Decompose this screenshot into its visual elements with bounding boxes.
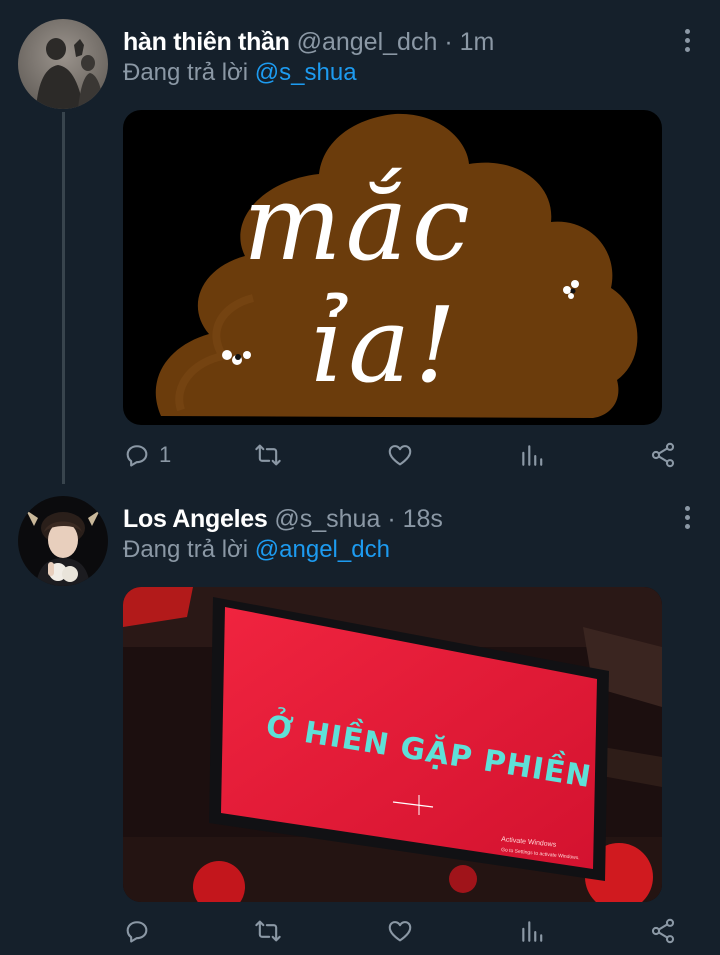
display-name[interactable]: hàn thiên thần [123, 28, 290, 56]
share-icon [651, 442, 675, 468]
user-handle[interactable]: @angel_dch [297, 28, 438, 56]
share-button[interactable] [649, 913, 677, 949]
timestamp[interactable]: 1m [460, 28, 495, 56]
replying-to: Đang trả lời @s_shua [123, 58, 357, 88]
retweet-button[interactable] [253, 913, 283, 949]
reply-count: 1 [159, 442, 172, 467]
tweet-image[interactable]: mắc ỉa! [123, 110, 662, 425]
heart-icon [388, 921, 412, 942]
like-button[interactable] [386, 913, 414, 949]
display-name[interactable]: Los Angeles [123, 505, 268, 533]
analytics-icon [522, 445, 543, 466]
tweet-actions: 1 [123, 437, 683, 473]
replying-to: Đang trả lời @angel_dch [123, 535, 390, 565]
more-icon[interactable] [680, 25, 694, 55]
mention-link[interactable]: @s_shua [255, 59, 357, 86]
analytics-button[interactable] [519, 437, 545, 473]
image-text-line2: ỉa! [311, 284, 461, 406]
avatar[interactable] [18, 496, 108, 586]
tweet[interactable]: Los Angeles @s_shua · 18s Đang trả lời @… [0, 480, 720, 955]
analytics-icon [522, 921, 543, 942]
reply-icon [126, 921, 148, 943]
tweet-header: hàn thiên thần @angel_dch · 1m [123, 27, 494, 57]
replying-to-label: Đang trả lời [123, 536, 249, 563]
separator: · [444, 28, 453, 56]
mention-link[interactable]: @angel_dch [255, 536, 390, 563]
retweet-icon [255, 444, 281, 466]
like-button[interactable] [386, 437, 414, 473]
analytics-button[interactable] [519, 913, 545, 949]
separator: · [387, 505, 396, 533]
reply-button[interactable] [123, 913, 151, 949]
reply-button[interactable]: 1 [123, 437, 171, 473]
share-button[interactable] [649, 437, 677, 473]
share-icon [651, 918, 675, 944]
tweet-header: Los Angeles @s_shua · 18s [123, 504, 443, 534]
retweet-icon [255, 920, 281, 942]
tweet-actions [123, 913, 683, 949]
tweet[interactable]: hàn thiên thần @angel_dch · 1m Đang trả … [0, 0, 720, 480]
user-handle[interactable]: @s_shua [274, 505, 380, 533]
more-icon[interactable] [680, 502, 694, 532]
retweet-button[interactable] [253, 437, 283, 473]
heart-icon [388, 445, 412, 466]
tweet-image[interactable]: Activate Windows Go to Settings to activ… [123, 587, 662, 902]
image-text-line1: mắc [243, 162, 474, 284]
timestamp[interactable]: 18s [403, 505, 443, 533]
reply-icon [126, 445, 148, 467]
avatar[interactable] [18, 19, 108, 109]
replying-to-label: Đang trả lời [123, 59, 249, 86]
